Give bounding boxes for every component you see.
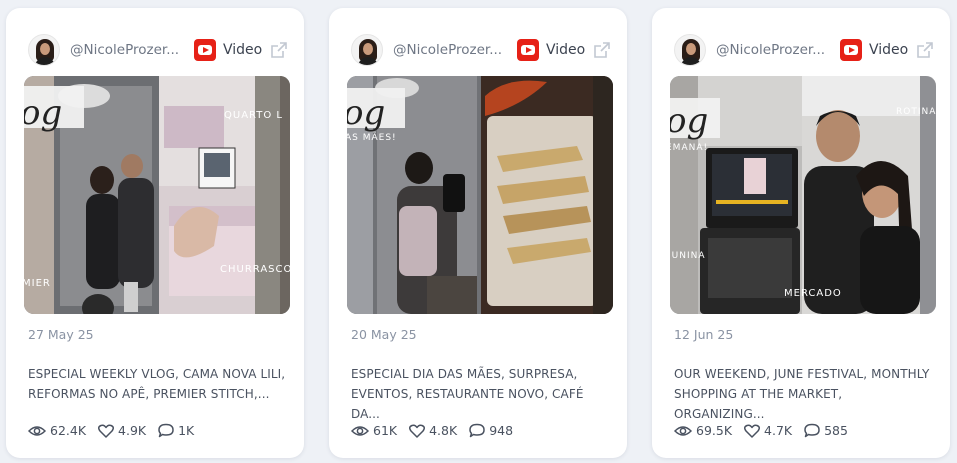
- external-link-icon[interactable]: [270, 41, 288, 59]
- views-count: 62.4K: [50, 423, 87, 438]
- thumb-caption: AS MÃES!: [347, 132, 397, 143]
- thumb-caption: QUARTO L: [224, 110, 283, 121]
- comments-stat: 585: [804, 423, 848, 438]
- thumb-caption: MIER: [24, 278, 51, 289]
- thumb-title: og: [670, 101, 708, 141]
- creator-handle[interactable]: @NicoleProzer...: [393, 42, 505, 58]
- comment-icon: [804, 423, 820, 438]
- youtube-icon: [517, 39, 539, 61]
- platform-label: Video: [869, 42, 909, 58]
- heart-icon: [744, 424, 761, 438]
- video-description: ESPECIAL WEEKLY VLOG, CAMA NOVA LILI, RE…: [28, 367, 286, 401]
- platform-label: Video: [546, 42, 586, 58]
- creator-handle[interactable]: @NicoleProzer...: [716, 42, 828, 58]
- card-header: @NicoleProzer... Video: [28, 30, 288, 70]
- comments-count: 948: [489, 423, 514, 438]
- likes-count: 4.9K: [118, 423, 147, 438]
- comment-icon: [469, 423, 485, 438]
- thumb-title: og: [347, 93, 385, 133]
- thumb-caption: JUNINA: [670, 251, 706, 261]
- thumb-caption: EMANA!: [670, 143, 708, 153]
- card-header: @NicoleProzer... Video: [674, 30, 934, 70]
- likes-count: 4.8K: [429, 423, 458, 438]
- engagement-stats: 69.5K 4.7K 585: [674, 423, 860, 438]
- eye-icon: [351, 425, 369, 436]
- video-card[interactable]: @NicoleProzer... Video: [329, 8, 627, 458]
- publish-date: 27 May 25: [28, 327, 94, 342]
- engagement-stats: 62.4K 4.9K 1K: [28, 423, 206, 438]
- avatar[interactable]: [351, 34, 383, 66]
- heart-icon: [98, 424, 115, 438]
- likes-stat: 4.7K: [744, 423, 792, 438]
- publish-date: 20 May 25: [351, 327, 417, 342]
- views-count: 69.5K: [696, 423, 733, 438]
- avatar[interactable]: [28, 34, 60, 66]
- video-thumbnail[interactable]: og QUARTO L CHURRASCO MIER: [24, 76, 290, 314]
- views-count: 61K: [373, 423, 398, 438]
- comments-count: 585: [824, 423, 848, 438]
- publish-date: 12 Jun 25: [674, 327, 734, 342]
- youtube-icon: [840, 39, 862, 61]
- comment-icon: [158, 423, 174, 438]
- video-thumbnail[interactable]: og AS MÃES!: [347, 76, 613, 314]
- video-thumbnail[interactable]: og EMANA! JUNINA MERCADO ROTINA: [670, 76, 936, 314]
- video-description: OUR WEEKEND, JUNE FESTIVAL, MONTHLY SHOP…: [674, 367, 930, 421]
- youtube-icon: [194, 39, 216, 61]
- creator-handle[interactable]: @NicoleProzer...: [70, 42, 182, 58]
- video-card[interactable]: @NicoleProzer... Video: [6, 8, 304, 458]
- external-link-icon[interactable]: [593, 41, 611, 59]
- video-description: ESPECIAL DIA DAS MÃES, SURPRESA, EVENTOS…: [351, 367, 584, 421]
- engagement-stats: 61K 4.8K 948: [351, 423, 525, 438]
- comments-stat: 1K: [158, 423, 194, 438]
- comments-stat: 948: [469, 423, 513, 438]
- views-stat: 62.4K: [28, 423, 86, 438]
- thumb-caption: CHURRASCO: [220, 264, 290, 275]
- card-header: @NicoleProzer... Video: [351, 30, 611, 70]
- platform-label: Video: [223, 42, 263, 58]
- heart-icon: [409, 424, 426, 438]
- views-stat: 61K: [351, 423, 397, 438]
- views-stat: 69.5K: [674, 423, 732, 438]
- likes-count: 4.7K: [764, 423, 793, 438]
- video-card[interactable]: @NicoleProzer... Video: [652, 8, 950, 458]
- likes-stat: 4.8K: [409, 423, 457, 438]
- thumb-title: og: [24, 93, 62, 133]
- eye-icon: [28, 425, 46, 436]
- likes-stat: 4.9K: [98, 423, 146, 438]
- thumb-caption: ROTINA: [896, 107, 936, 117]
- external-link-icon[interactable]: [916, 41, 934, 59]
- eye-icon: [674, 425, 692, 436]
- avatar[interactable]: [674, 34, 706, 66]
- comments-count: 1K: [178, 423, 195, 438]
- thumb-caption: MERCADO: [784, 288, 842, 299]
